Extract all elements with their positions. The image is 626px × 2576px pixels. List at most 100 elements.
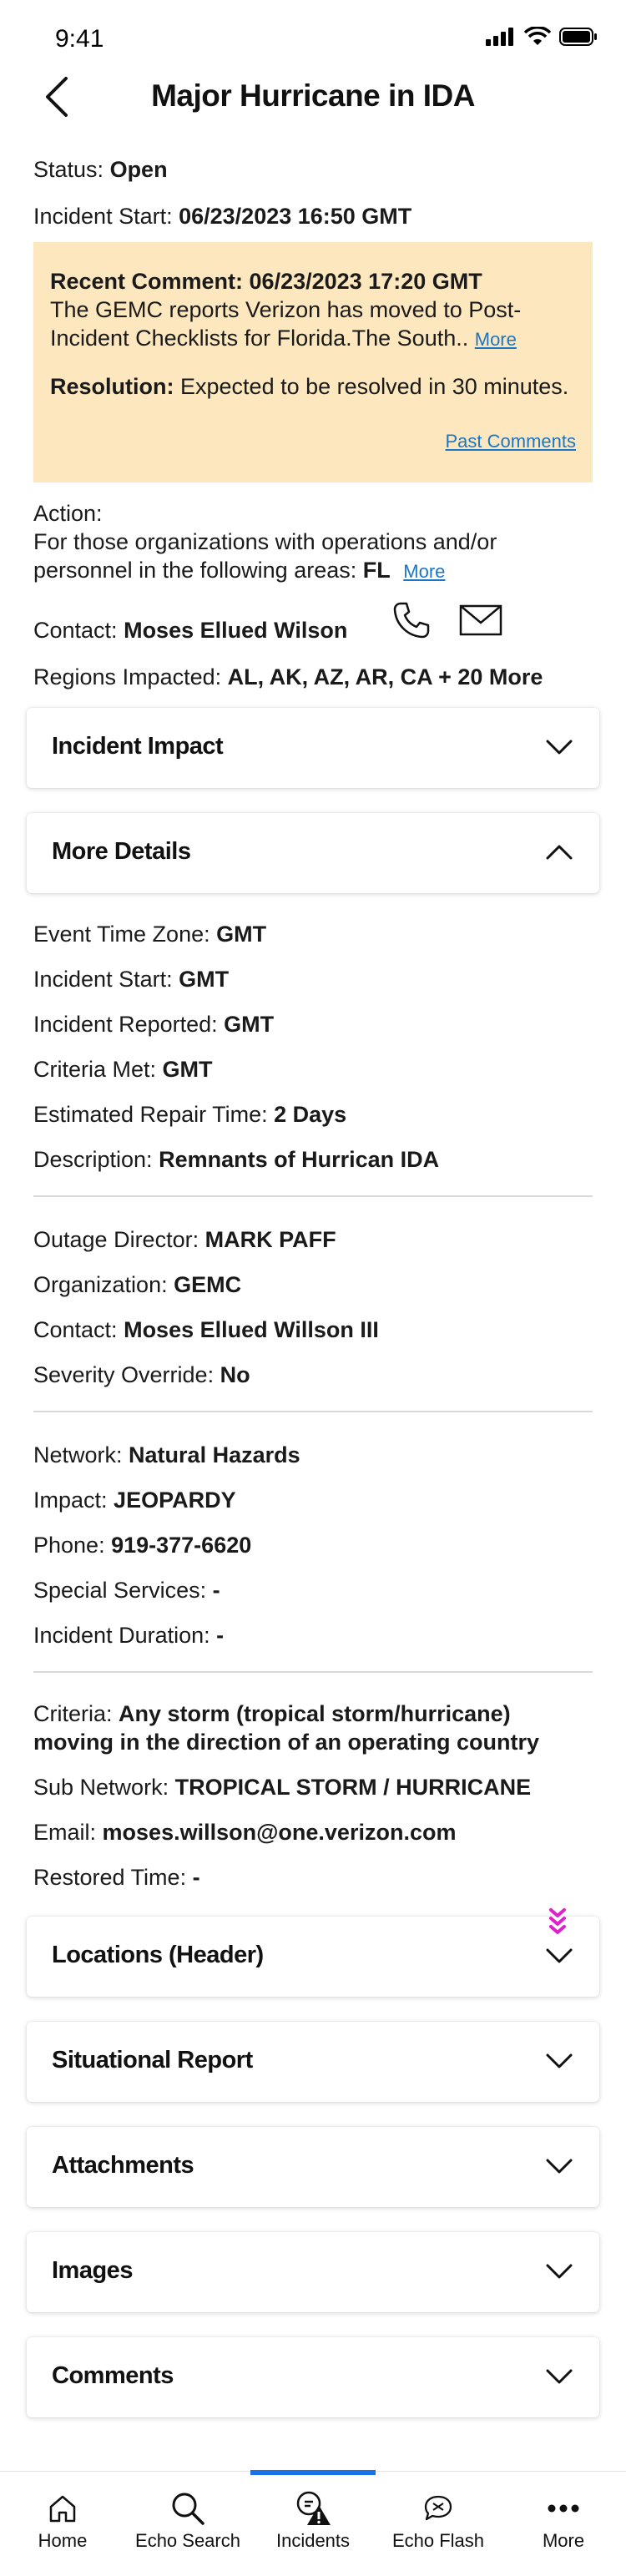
flash-chat-icon — [376, 2490, 501, 2527]
chevron-down-icon — [544, 2155, 574, 2177]
scroll-down-hint-icon — [548, 1908, 568, 1941]
detail-row: Estimated Repair Time: 2 Days — [33, 1100, 346, 1129]
detail-label: Phone: — [33, 1533, 105, 1558]
locations-accordion[interactable]: Locations (Header) — [27, 1917, 599, 1997]
detail-row: Network: Natural Hazards — [33, 1441, 300, 1469]
recent-comment-text: The GEMC reports Verizon has moved to Po… — [50, 295, 576, 354]
tab-home[interactable]: Home — [0, 2472, 125, 2576]
detail-label: Event Time Zone: — [33, 922, 210, 947]
situational-report-accordion[interactable]: Situational Report — [27, 2022, 599, 2102]
phone-icon[interactable] — [392, 601, 431, 644]
detail-label: Criteria Met: — [33, 1057, 157, 1082]
detail-label: Contact: — [33, 1317, 118, 1342]
detail-value: - — [192, 1865, 200, 1890]
tab-echo-flash[interactable]: Echo Flash — [376, 2472, 501, 2576]
more-icon — [501, 2490, 626, 2527]
detail-value: 2 Days — [274, 1102, 347, 1127]
detail-value: GMT — [216, 922, 267, 947]
detail-row: Restored Time: - — [33, 1863, 200, 1892]
detail-row: Outage Director: MARK PAFF — [33, 1225, 336, 1254]
mail-icon[interactable] — [459, 604, 502, 640]
criteria-row: Criteria: Any storm (tropical storm/hurr… — [33, 1700, 511, 1728]
tab-label: Echo Search — [135, 2530, 240, 2551]
tab-more[interactable]: More — [501, 2472, 626, 2576]
chevron-down-icon — [544, 736, 574, 758]
action-label: Action: — [33, 501, 103, 526]
criteria-label: Criteria: — [33, 1701, 113, 1726]
resolution: Resolution: Expected to be resolved in 3… — [50, 372, 576, 401]
detail-label: Sub Network: — [33, 1775, 169, 1800]
chevron-down-icon — [544, 2050, 574, 2072]
tab-label: Home — [38, 2530, 88, 2551]
images-accordion[interactable]: Images — [27, 2232, 599, 2312]
incident-impact-accordion[interactable]: Incident Impact — [27, 708, 599, 788]
detail-row: Incident Duration: - — [33, 1621, 224, 1649]
detail-value: moses.willson@one.verizon.com — [102, 1820, 457, 1845]
chevron-up-icon — [544, 841, 574, 863]
tab-label: Echo Flash — [391, 2530, 485, 2551]
status-row: Status: Open — [33, 155, 168, 184]
attachments-title: Attachments — [52, 2152, 194, 2179]
regions-row: Regions Impacted: AL, AK, AZ, AR, CA + 2… — [33, 663, 543, 691]
detail-value: TROPICAL STORM / HURRICANE — [174, 1775, 532, 1800]
contact-actions — [392, 601, 502, 644]
detail-value: - — [212, 1578, 220, 1603]
regions-label: Regions Impacted: — [33, 664, 222, 689]
detail-row: Special Services: - — [33, 1576, 220, 1604]
incident-impact-title: Incident Impact — [52, 733, 224, 760]
wifi-icon — [523, 26, 552, 51]
detail-row: Contact: Moses Ellued Willson III — [33, 1316, 379, 1344]
contact-row: Contact: Moses Ellued Wilson — [33, 616, 347, 644]
status-value: Open — [109, 157, 168, 182]
detail-value: - — [216, 1623, 225, 1648]
tab-label: More — [542, 2530, 585, 2551]
criteria-row-cont: moving in the direction of an operating … — [33, 1728, 539, 1756]
detail-label: Special Services: — [33, 1578, 207, 1603]
detail-label: Incident Start: — [33, 967, 173, 992]
detail-label: Severity Override: — [33, 1362, 215, 1387]
detail-label: Restored Time: — [33, 1865, 187, 1890]
action-more-link[interactable]: More — [403, 561, 445, 582]
detail-row: Incident Start: GMT — [33, 965, 229, 993]
detail-value: MARK PAFF — [204, 1227, 336, 1252]
search-icon — [125, 2490, 250, 2527]
tab-label: Incidents — [275, 2530, 351, 2551]
regions-value: AL, AK, AZ, AR, CA + 20 More — [227, 664, 543, 689]
battery-icon — [559, 27, 598, 51]
comments-accordion[interactable]: Comments — [27, 2337, 599, 2417]
tab-incidents[interactable]: Incidents — [250, 2472, 376, 2576]
past-comments-link[interactable]: Past Comments — [446, 431, 577, 452]
detail-row: Severity Override: No — [33, 1361, 250, 1389]
status-bar: 9:41 — [0, 0, 626, 67]
detail-value: Remnants of Hurrican IDA — [159, 1147, 440, 1172]
detail-value: Moses Ellued Willson III — [124, 1317, 379, 1342]
detail-value: GMT — [162, 1057, 213, 1082]
resolution-text: Expected to be resolved in 30 minutes. — [180, 374, 569, 399]
status-label: Status: — [33, 157, 104, 182]
contact-label: Contact: — [33, 618, 118, 643]
recent-comment-box: Recent Comment: 06/23/2023 17:20 GMT The… — [33, 242, 593, 482]
detail-label: Incident Duration: — [33, 1623, 210, 1648]
situational-report-title: Situational Report — [52, 2047, 253, 2073]
incident-start-value: 06/23/2023 16:50 GMT — [179, 204, 412, 229]
chevron-down-icon — [544, 2366, 574, 2387]
recent-comment-more-link[interactable]: More — [475, 329, 517, 350]
detail-value: Natural Hazards — [129, 1442, 300, 1467]
action-text-row: For those organizations with operations … — [33, 528, 601, 586]
bottom-tab-bar: Home Echo Search Incidents Echo Flash Mo… — [0, 2470, 626, 2576]
page-title: Major Hurricane in IDA — [151, 78, 475, 113]
status-icons — [486, 26, 598, 51]
detail-value: GMT — [179, 967, 230, 992]
more-details-accordion[interactable]: More Details — [27, 813, 599, 893]
tab-echo-search[interactable]: Echo Search — [125, 2472, 250, 2576]
detail-row: Event Time Zone: GMT — [33, 920, 266, 948]
incident-alert-icon — [250, 2490, 376, 2527]
divider — [33, 1671, 593, 1673]
attachments-accordion[interactable]: Attachments — [27, 2127, 599, 2207]
detail-value: 919-377-6620 — [111, 1533, 252, 1558]
detail-label: Description: — [33, 1147, 153, 1172]
detail-value: No — [220, 1362, 250, 1387]
resolution-label: Resolution: — [50, 374, 174, 399]
action-area: FL — [362, 558, 391, 583]
detail-row: Impact: JEOPARDY — [33, 1486, 236, 1514]
